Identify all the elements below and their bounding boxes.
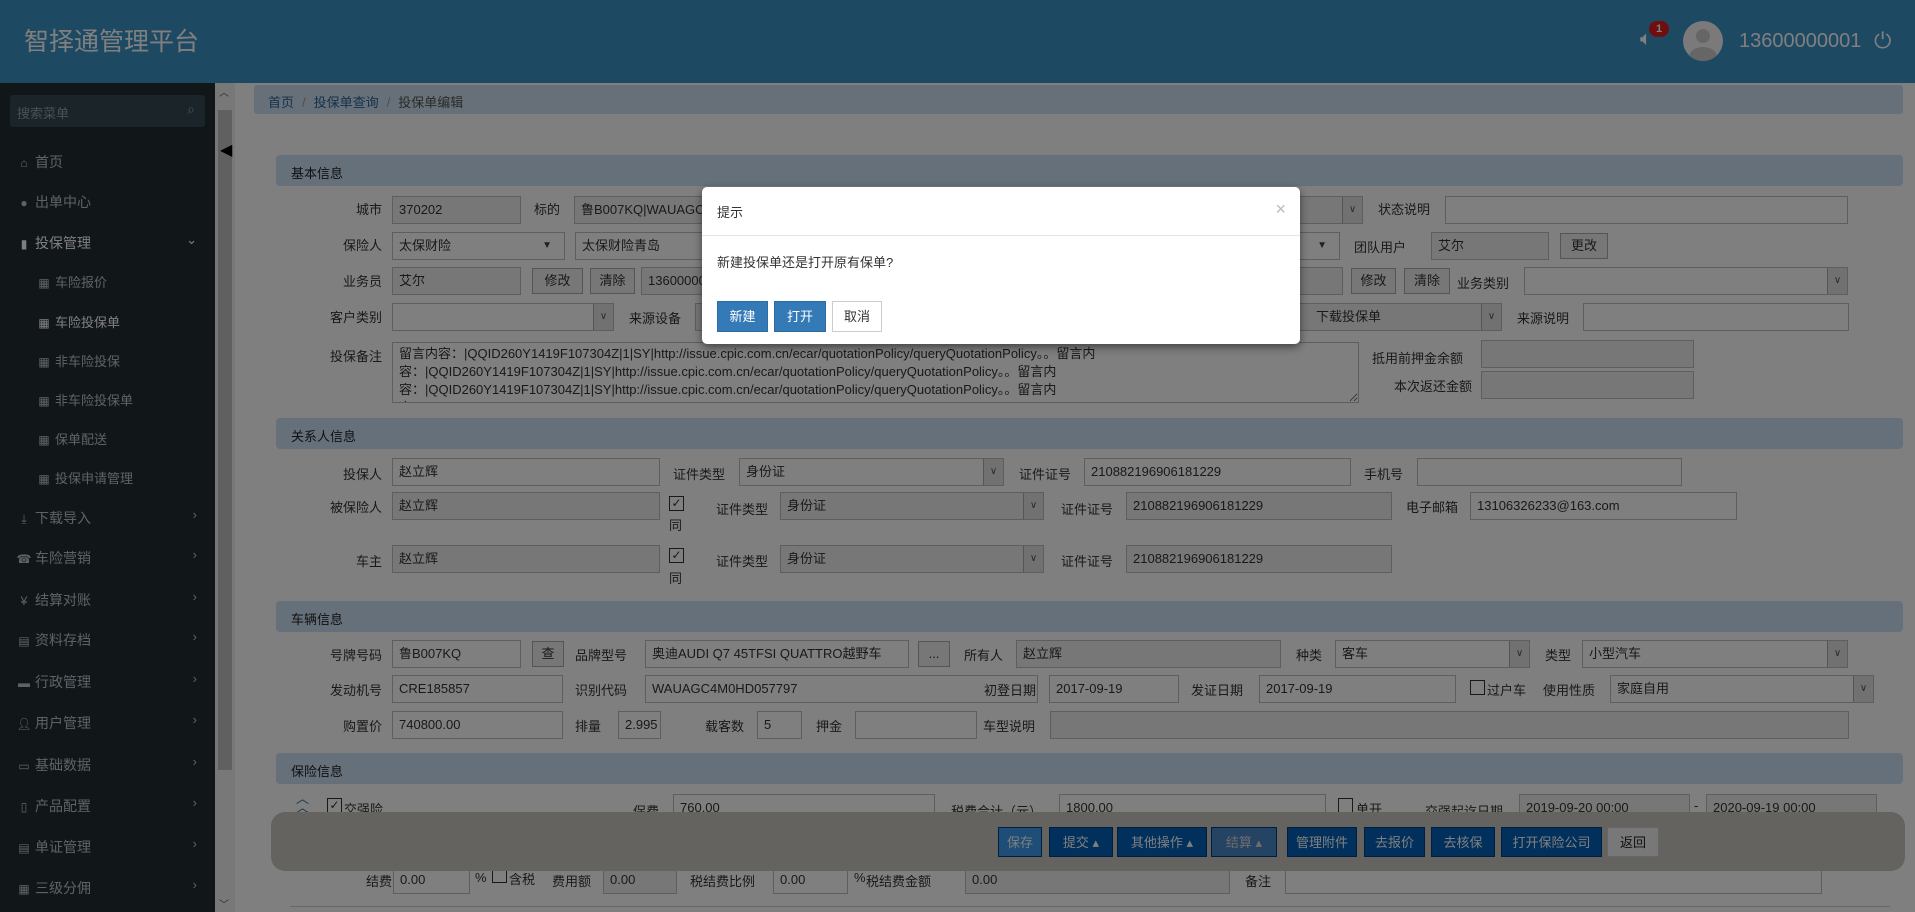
open-button[interactable]: 打开 [774, 301, 826, 332]
close-icon[interactable]: × [1275, 199, 1286, 220]
dialog-title: 提示 [717, 205, 744, 220]
dialog-message: 新建投保单还是打开原有保单? [717, 255, 894, 270]
modal-backdrop[interactable] [0, 0, 1915, 912]
new-button[interactable]: 新建 [717, 301, 768, 332]
prompt-dialog: 提示 × 新建投保单还是打开原有保单? 新建 打开 取消 [702, 187, 1300, 344]
cancel-button[interactable]: 取消 [832, 301, 882, 332]
divider [702, 235, 1300, 236]
